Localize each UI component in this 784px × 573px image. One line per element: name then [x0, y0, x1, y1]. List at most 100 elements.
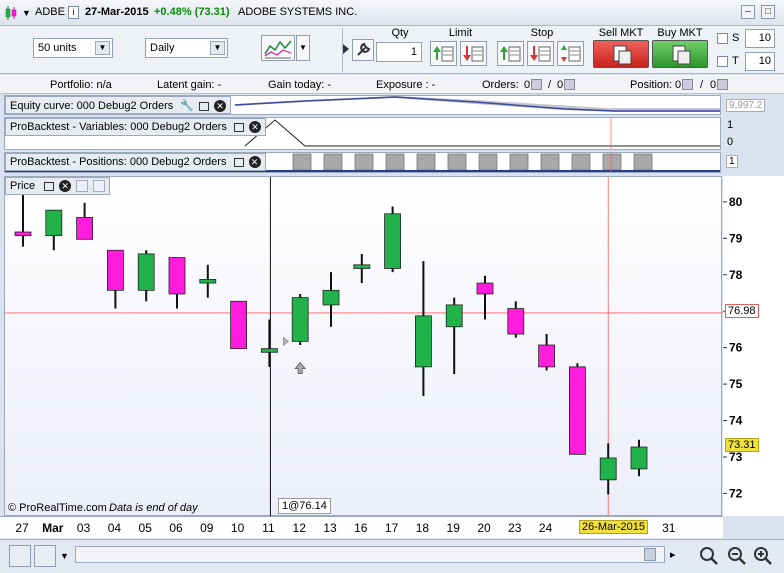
candle-body — [538, 344, 555, 368]
candle-body — [230, 300, 248, 350]
candle-body — [199, 279, 217, 284]
wrench-icon — [357, 42, 371, 56]
price-chart-panel[interactable]: Price ✕ © ProRealTime.com Data is end of… — [4, 176, 723, 517]
info-icon[interactable]: i — [68, 6, 79, 19]
limit-buy-button[interactable] — [430, 41, 457, 66]
stop-sell-button[interactable] — [527, 41, 554, 66]
cursor-date-badge: 26-Mar-2015 — [579, 520, 648, 534]
s-label: S — [732, 32, 740, 44]
orders-count-b: 0 — [557, 79, 564, 91]
s-checkbox[interactable] — [717, 33, 728, 44]
window-icon[interactable] — [233, 157, 244, 167]
variables-label: ProBacktest - Variables: 000 Debug2 Orde… — [5, 118, 266, 136]
qty-label: Qty — [391, 27, 409, 39]
chevron-down-icon[interactable]: ▼ — [210, 41, 225, 55]
price-label: Price ✕ — [5, 177, 111, 195]
orders-icon[interactable] — [531, 79, 542, 90]
price-chart[interactable] — [5, 177, 723, 517]
sell-mkt-button[interactable] — [593, 40, 649, 68]
position-bar — [354, 153, 374, 171]
t-checkbox[interactable] — [717, 56, 728, 67]
portfolio-info-row: Portfolio: n/a Latent gain: - Gain today… — [0, 75, 784, 94]
minimize-button[interactable]: – — [741, 5, 755, 19]
x-tick-label: 19 — [447, 521, 461, 535]
buy-mkt-label: Buy MKT — [657, 27, 703, 39]
data-note: Data is end of day — [109, 502, 198, 514]
price-change: +0.48% (73.31) — [154, 6, 230, 18]
period-select[interactable]: Daily ▼ — [145, 38, 228, 58]
candle-body — [476, 282, 494, 295]
position-bar — [540, 153, 560, 171]
buy-mkt-button[interactable] — [652, 40, 708, 68]
chart-settings-icon[interactable] — [34, 545, 56, 567]
settings-icon[interactable] — [93, 180, 106, 193]
bottom-toolbar: ▼ ▸ — [0, 539, 784, 573]
stop-limit-button[interactable] — [557, 41, 584, 66]
y-tick-label: 79 — [729, 231, 743, 245]
position-bar — [385, 153, 405, 171]
symbol-field[interactable]: ADBE — [35, 6, 65, 18]
chevron-down-icon[interactable]: ▼ — [296, 35, 310, 61]
candle-body — [76, 217, 93, 240]
positions-title: ProBacktest - Positions: 000 Debug2 Orde… — [10, 156, 227, 168]
x-tick-label: 24 — [539, 521, 553, 535]
orders-icon[interactable] — [564, 79, 575, 90]
qty-input[interactable]: 1 — [376, 42, 422, 62]
current-price-badge: 76.98 — [725, 303, 759, 318]
date-axis[interactable]: 27Mar03040506091011121316171819202324730… — [0, 516, 723, 538]
chart-style-icon — [264, 40, 292, 59]
candle-body — [168, 257, 186, 295]
candle-body — [322, 289, 340, 306]
close-icon[interactable]: ✕ — [59, 180, 72, 193]
close-icon[interactable]: ✕ — [214, 100, 227, 113]
close-icon[interactable]: ✕ — [248, 156, 261, 169]
candle-body — [384, 213, 402, 269]
position-icon[interactable] — [717, 79, 728, 90]
maximize-button[interactable]: □ — [761, 5, 775, 19]
t-label: T — [732, 55, 739, 67]
refresh-icon[interactable] — [9, 545, 31, 567]
zoom-in-icon[interactable] — [752, 545, 774, 567]
x-tick-label: Mar — [42, 521, 64, 535]
limit-sell-button[interactable] — [460, 41, 487, 66]
close-icon[interactable]: ✕ — [248, 121, 261, 134]
x-tick-label: 04 — [108, 521, 122, 535]
x-tick-label: 09 — [200, 521, 214, 535]
price-title: Price — [10, 180, 36, 192]
units-select[interactable]: 50 units ▼ — [33, 38, 113, 58]
chart-type-button[interactable] — [261, 35, 295, 61]
scroll-right-icon[interactable]: ▸ — [670, 548, 682, 562]
x-tick-label: 18 — [416, 521, 430, 535]
horizontal-scrollbar[interactable] — [75, 546, 665, 563]
window-icon[interactable] — [233, 122, 244, 132]
y-tick-label: 76 — [729, 341, 743, 355]
stop-buy-button[interactable] — [497, 41, 524, 66]
window-icon[interactable] — [44, 181, 55, 191]
position-icon[interactable] — [682, 79, 693, 90]
buy-order-icon — [672, 45, 691, 65]
y-tick-label: 78 — [729, 268, 743, 282]
zoom-fit-icon[interactable] — [698, 545, 720, 567]
position-bar — [447, 153, 467, 171]
chevron-down-icon[interactable]: ▼ — [95, 41, 110, 55]
order-settings-button[interactable] — [352, 39, 374, 61]
wrench-icon[interactable]: 🔧 — [180, 100, 194, 112]
price-axis[interactable]: 727374757677787980 76.98 73.31 — [723, 176, 784, 516]
x-tick-label: 10 — [231, 521, 245, 535]
s-value-input[interactable]: 10 — [745, 29, 775, 48]
t-value-input[interactable]: 10 — [745, 52, 775, 71]
add-indicator-icon[interactable] — [76, 180, 89, 193]
equity-curve-title: Equity curve: 000 Debug2 Orders — [10, 100, 174, 112]
sell-mkt-label: Sell MKT — [598, 27, 644, 39]
position-bar — [602, 153, 622, 171]
position-bar — [478, 153, 498, 171]
zoom-out-icon[interactable] — [726, 545, 748, 567]
scrollbar-thumb[interactable] — [644, 548, 656, 561]
entry-marker-icon — [283, 336, 289, 346]
chevron-down-icon[interactable]: ▼ — [60, 549, 70, 563]
window-icon[interactable] — [199, 101, 210, 111]
stop-label: Stop — [530, 27, 554, 39]
position-count-b: 0 — [710, 79, 717, 91]
chevron-down-icon[interactable]: ▼ — [22, 8, 31, 18]
caret-right-icon — [343, 44, 349, 54]
